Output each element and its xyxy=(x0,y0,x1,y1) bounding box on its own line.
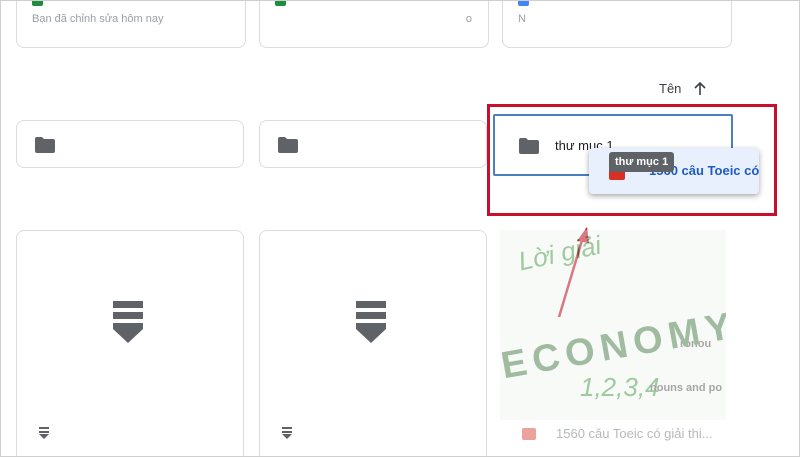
file-card-1[interactable] xyxy=(16,230,244,456)
stack-down-icon xyxy=(39,427,49,439)
thumbnail-numbers: 1,2,3,4 xyxy=(580,372,660,402)
docs-icon xyxy=(518,1,529,6)
stack-down-icon xyxy=(356,301,386,343)
drive-grid-view: Bạn đã chỉnh sửa hôm nay o N Tên thư mục… xyxy=(0,0,800,457)
stack-down-icon xyxy=(113,301,143,343)
arrow-up-icon xyxy=(694,81,706,95)
annotation-highlight-box xyxy=(487,104,777,216)
sheets-icon xyxy=(32,1,43,6)
file-card-2[interactable] xyxy=(259,230,487,456)
card-snippet: Bạn đã chỉnh sửa hôm nay xyxy=(32,13,164,25)
file-card-top-3[interactable]: N xyxy=(502,1,732,48)
folder-card-1[interactable] xyxy=(16,120,244,168)
pdf-icon xyxy=(522,428,536,440)
sheets-icon xyxy=(275,1,286,6)
file-card-top-2[interactable]: o xyxy=(259,1,489,48)
file-card-top-1[interactable]: Bạn đã chỉnh sửa hôm nay xyxy=(16,1,246,48)
file-name: 1560 câu Toeic có giải thi... xyxy=(556,426,713,441)
file-card-dragged-source[interactable]: Lời giải ronou ECONOMY 1,2,3,4 nouns and… xyxy=(500,230,726,456)
stack-down-icon xyxy=(282,427,292,439)
folder-card-2[interactable] xyxy=(259,120,487,168)
folder-icon xyxy=(35,137,55,153)
file-thumbnail: Lời giải ronou ECONOMY 1,2,3,4 nouns and… xyxy=(500,230,726,420)
card-snippet: o xyxy=(465,13,472,25)
sort-by-name-button[interactable]: Tên xyxy=(659,81,707,96)
sort-label: Tên xyxy=(659,81,682,96)
thumbnail-text: nouns and po xyxy=(650,382,723,394)
folder-icon xyxy=(278,137,298,153)
thumbnail-title: Lời giải xyxy=(515,230,604,277)
card-snippet: N xyxy=(518,13,526,25)
